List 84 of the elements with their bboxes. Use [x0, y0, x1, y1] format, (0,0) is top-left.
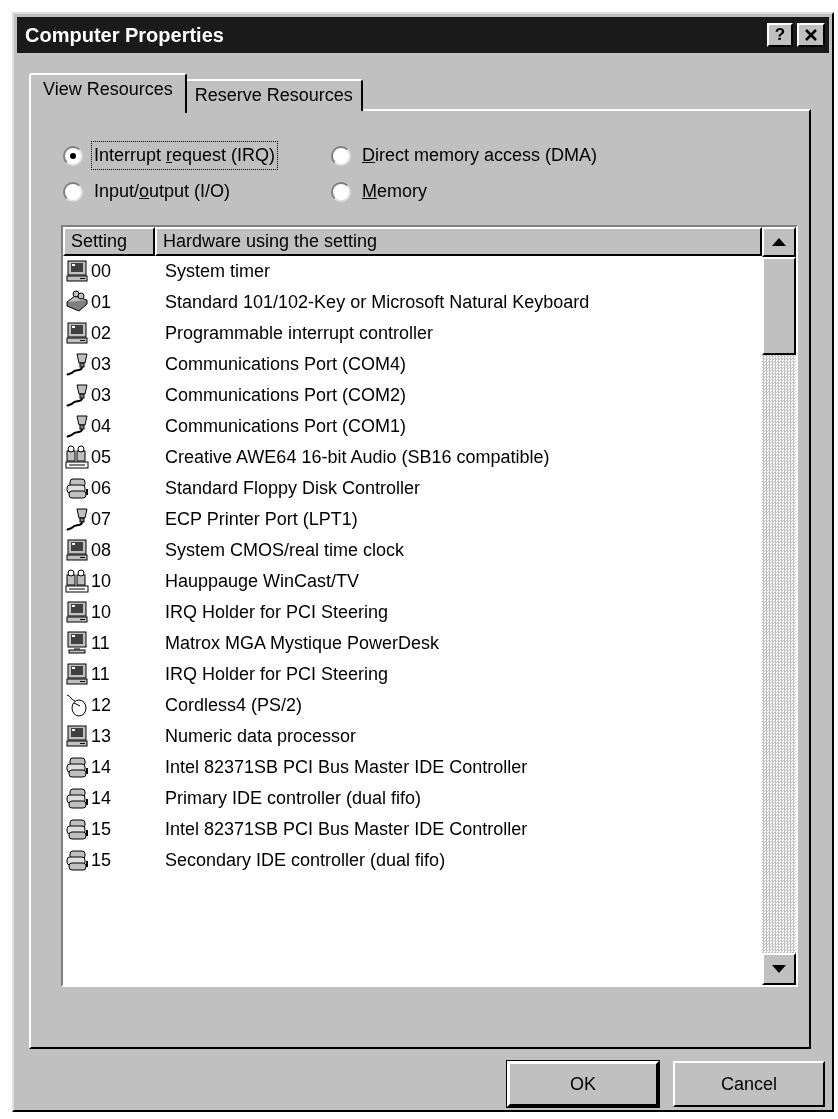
- table-cell-text: Numeric data processor: [165, 724, 357, 748]
- computer-icon: [65, 538, 89, 563]
- table-cell-text: Cordless4 (PS/2): [165, 693, 303, 717]
- table-cell-text: Intel 82371SB PCI Bus Master IDE Controller: [165, 817, 528, 841]
- table-cell-text: 01: [91, 290, 113, 314]
- table-cell-text: 10: [91, 569, 113, 593]
- tab[interactable]: Reserve Resources: [184, 78, 363, 111]
- radio-button[interactable]: [331, 181, 351, 202]
- speakers-icon: [65, 445, 89, 470]
- drive-stack-icon: [65, 755, 89, 780]
- table-cell-text: 05: [91, 445, 113, 469]
- table-cell-text: 12: [91, 693, 113, 717]
- radio-label[interactable]: Direct memory access (DMA): [359, 141, 601, 171]
- radio-button[interactable]: [63, 145, 83, 166]
- cable-plug-icon: [65, 414, 89, 439]
- scroll-down-button[interactable]: [762, 952, 796, 985]
- radio-label[interactable]: Input/output (I/O): [91, 177, 234, 207]
- table-cell-text: Communications Port (COM2): [165, 383, 407, 407]
- table-cell-text: 11: [91, 662, 111, 686]
- table-cell-text: 03: [91, 352, 113, 376]
- table-cell-text: IRQ Holder for PCI Steering: [165, 600, 389, 624]
- radio-label[interactable]: Interrupt request (IRQ): [91, 141, 279, 171]
- table-cell-text: 13: [91, 724, 113, 748]
- table-cell-text: 04: [91, 414, 113, 438]
- table-cell-text: Intel 82371SB PCI Bus Master IDE Controller: [165, 755, 528, 779]
- mouse-icon: [65, 693, 89, 718]
- radio-button[interactable]: [63, 181, 83, 202]
- table-cell-text: Creative AWE64 16-bit Audio (SB16 compatible): [165, 445, 550, 469]
- radio-button[interactable]: [331, 145, 351, 166]
- cable-plug-icon: [65, 352, 89, 377]
- dialog-button[interactable]: Cancel: [673, 1061, 825, 1107]
- table-cell-text: 14: [91, 786, 113, 810]
- cable-plug-icon: [65, 507, 89, 532]
- table-cell-text: 10: [91, 600, 113, 624]
- table-cell-text: 07: [91, 507, 113, 531]
- table-cell-text: Standard 101/102-Key or Microsoft Natural Keyboard: [165, 290, 590, 314]
- scroll-thumb[interactable]: [762, 256, 796, 355]
- table-cell-text: 15: [91, 848, 113, 872]
- table-cell-text: IRQ Holder for PCI Steering: [165, 662, 389, 686]
- table-cell-text: 14: [91, 755, 113, 779]
- table-cell-text: Primary IDE controller (dual fifo): [165, 786, 422, 810]
- window-title: Computer Properties: [25, 22, 225, 48]
- table-cell-text: 02: [91, 321, 113, 345]
- close-icon: [804, 28, 818, 41]
- drive-stack-icon: [65, 848, 89, 873]
- up-arrow-icon: [772, 237, 786, 246]
- tab[interactable]: View Resources: [29, 72, 187, 113]
- table-cell-text: 00: [91, 259, 113, 283]
- table-cell-text: 15: [91, 817, 113, 841]
- table-cell-text: 08: [91, 538, 113, 562]
- table-cell-text: 03: [91, 383, 113, 407]
- monitor-icon: [65, 631, 89, 656]
- scrollbar[interactable]: [762, 226, 796, 985]
- dialog-button[interactable]: OK: [507, 1061, 659, 1107]
- drive-stack-icon: [65, 817, 89, 842]
- computer-icon: [65, 724, 89, 749]
- radio-label[interactable]: Memory: [359, 177, 430, 207]
- table-cell-text: Hauppauge WinCast/TV: [165, 569, 360, 593]
- down-arrow-icon: [772, 964, 786, 973]
- scroll-up-button[interactable]: [762, 226, 796, 257]
- table-cell-text: ECP Printer Port (LPT1): [165, 507, 358, 531]
- table-cell-text: 06: [91, 476, 113, 500]
- computer-icon: [65, 600, 89, 625]
- keyboard-icon: [65, 290, 89, 315]
- help-button[interactable]: ?: [767, 22, 793, 47]
- cable-plug-icon: [65, 383, 89, 408]
- speakers-icon: [65, 569, 89, 594]
- computer-icon: [65, 259, 89, 284]
- table-cell-text: System timer: [165, 259, 270, 283]
- drive-stack-icon: [65, 786, 89, 811]
- table-cell-text: System CMOS/real time clock: [165, 538, 405, 562]
- table-cell-text: Matrox MGA Mystique PowerDesk: [165, 631, 440, 655]
- table-cell-text: 11: [91, 631, 111, 655]
- table-cell-text: Programmable interrupt controller: [165, 321, 434, 345]
- table-cell-text: Communications Port (COM4): [165, 352, 407, 376]
- table-cell-text: Communications Port (COM1): [165, 414, 407, 438]
- table-cell-text: Secondary IDE controller (dual fifo): [165, 848, 446, 872]
- computer-icon: [65, 662, 89, 687]
- column-header[interactable]: Hardware using the setting: [155, 226, 762, 256]
- computer-icon: [65, 321, 89, 346]
- drive-stack-icon: [65, 476, 89, 501]
- close-button[interactable]: [797, 22, 825, 47]
- column-header[interactable]: Setting: [63, 226, 155, 256]
- table-cell-text: Standard Floppy Disk Controller: [165, 476, 421, 500]
